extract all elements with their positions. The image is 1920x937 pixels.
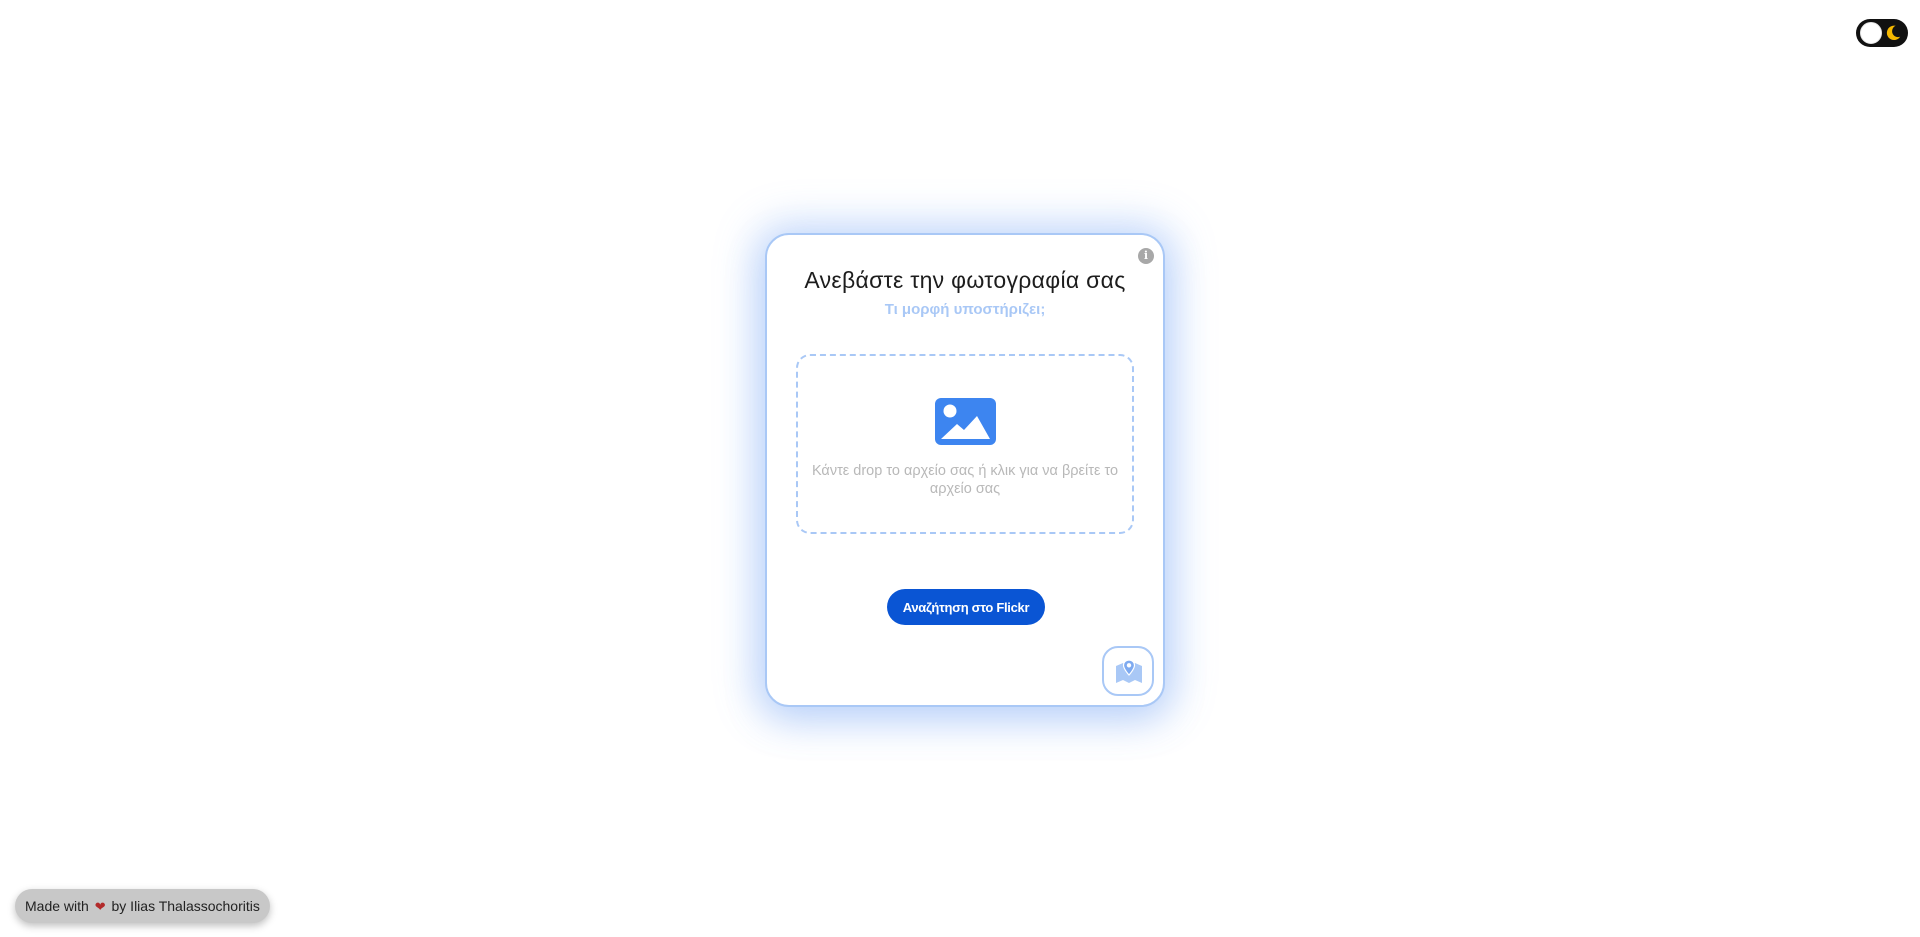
map-button[interactable] xyxy=(1102,646,1154,696)
credit-badge: Made with ❤ by Ilias Thalassochoritis xyxy=(15,889,270,923)
file-dropzone[interactable]: Κάντε drop το αρχείο σας ή κλικ για να β… xyxy=(796,354,1134,534)
flickr-search-button[interactable]: Αναζήτηση στο Flickr xyxy=(887,589,1045,625)
card-title: Ανεβάστε την φωτογραφία σας xyxy=(804,267,1126,293)
dropzone-text: Κάντε drop το αρχείο σας ή κλικ για να β… xyxy=(811,463,1119,497)
moon-icon xyxy=(1886,25,1901,41)
map-pin-icon xyxy=(1116,659,1142,683)
theme-toggle[interactable] xyxy=(1856,19,1908,47)
heart-icon: ❤ xyxy=(94,899,106,914)
supported-formats-link[interactable]: Τι μορφή υποστήριζει; xyxy=(767,301,1163,318)
made-with-text: Made with xyxy=(25,898,89,914)
author-text: by Ilias Thalassochoritis xyxy=(111,898,260,914)
upload-card: i Ανεβάστε την φωτογραφία σας Τι μορφή υ… xyxy=(765,233,1165,707)
info-icon[interactable]: i xyxy=(1138,248,1154,264)
toggle-knob xyxy=(1860,22,1882,44)
page: i Ανεβάστε την φωτογραφία σας Τι μορφή υ… xyxy=(0,0,1920,937)
image-icon xyxy=(935,398,996,445)
